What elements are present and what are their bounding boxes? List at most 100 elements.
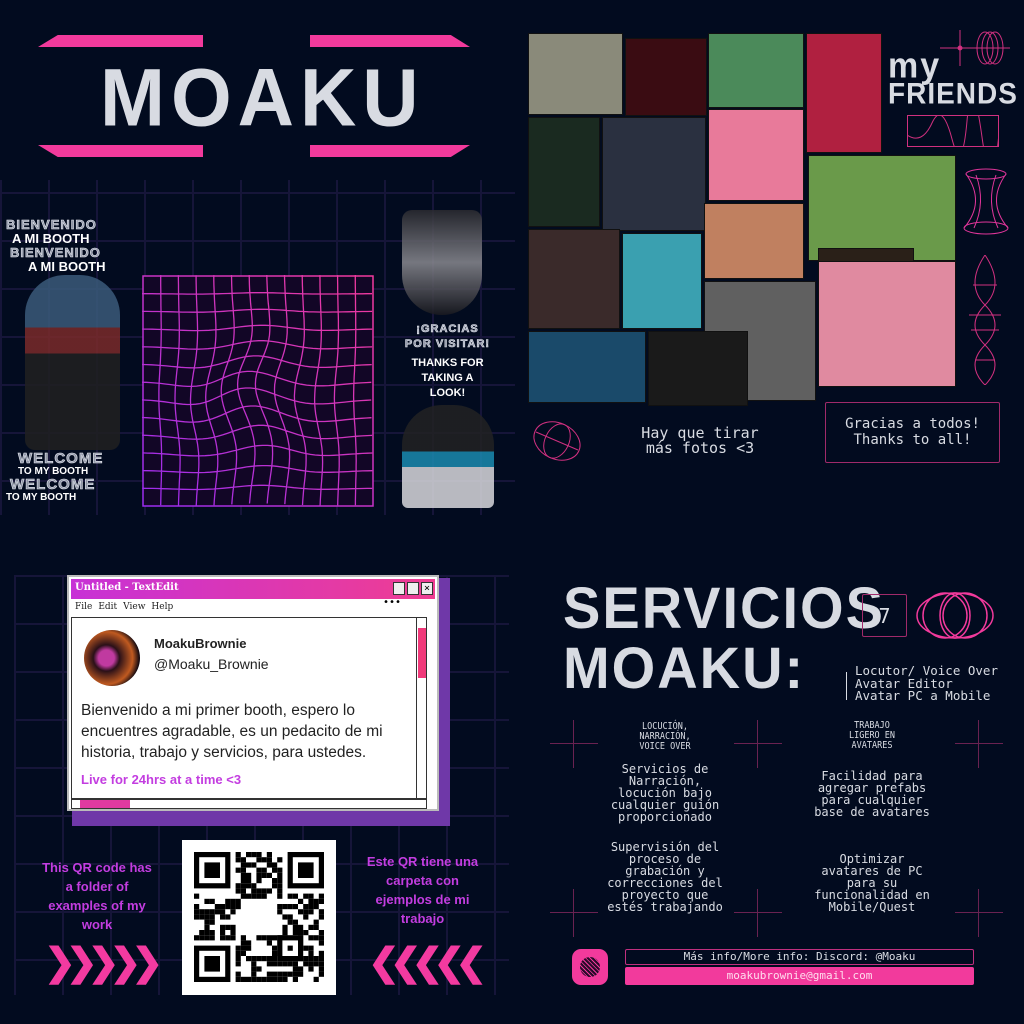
menu-edit[interactable]: Edit (98, 602, 117, 612)
qr-module (313, 961, 319, 967)
photo (528, 229, 620, 329)
maximize-button[interactable] (407, 582, 419, 595)
qr-module (261, 872, 267, 878)
photo (622, 233, 702, 329)
qr-module (303, 914, 309, 920)
photo (808, 155, 956, 261)
vertical-scrollbar[interactable] (416, 618, 426, 798)
photo (648, 331, 748, 406)
qr-module (214, 904, 220, 910)
qr-module (277, 976, 283, 982)
qr-module (266, 976, 272, 982)
photo (625, 38, 707, 116)
qr-module (313, 904, 319, 910)
qr-module (220, 930, 226, 936)
qr-module (308, 898, 314, 904)
dribbble-icon[interactable] (572, 949, 608, 985)
qr-module (292, 961, 298, 967)
photo (528, 331, 646, 403)
col2-item: Facilidad para agregar prefabs para cual… (814, 769, 930, 819)
qr-module (230, 924, 236, 930)
qr-module (282, 924, 288, 930)
gracias-text: ¡GRACIAS (416, 323, 479, 336)
qr-module (246, 878, 252, 884)
qr-module (308, 924, 314, 930)
qr-module (261, 893, 267, 899)
email-link[interactable]: moakubrownie@gmail.com (625, 967, 974, 985)
qr-module (277, 872, 283, 878)
services-title: MOAKU: (563, 634, 806, 701)
menu-file[interactable]: File (75, 602, 92, 612)
more-options[interactable]: ••• (383, 597, 401, 608)
body-text: Bienvenido a mi primer booth, espero lo … (81, 702, 383, 761)
fox-avatar-image (25, 275, 120, 450)
divider-line (846, 672, 847, 700)
qr-module (292, 919, 298, 925)
qr-module (220, 924, 226, 930)
qr-module (235, 956, 241, 962)
qr-module (230, 935, 236, 941)
photo (602, 117, 706, 231)
menu-help[interactable]: Help (151, 602, 173, 612)
moaku-title: MOAKU (100, 50, 425, 144)
qr-module (292, 893, 298, 899)
discord-info[interactable]: Más info/More info: Discord: @Moaku (625, 949, 974, 965)
qr-module (272, 956, 278, 962)
horizontal-scrollbar[interactable] (71, 799, 427, 809)
qr-module (277, 867, 283, 873)
title-bar[interactable]: Untitled - TextEdit × (71, 579, 435, 599)
qr-module (318, 909, 324, 915)
qr-module (251, 888, 257, 894)
qr-module (261, 976, 267, 982)
qr-module (246, 940, 252, 946)
arrows-left-icon: ❮❮❮❮❮ (368, 942, 487, 984)
qr-module (209, 909, 215, 915)
qr-module (292, 976, 298, 982)
qr-module (261, 935, 267, 941)
qr-module (292, 904, 298, 910)
photo (528, 33, 623, 115)
qr-module (256, 857, 262, 863)
qr-module (246, 893, 252, 899)
qr-module (246, 862, 252, 868)
qr-module (287, 904, 293, 910)
qr-module (308, 904, 314, 910)
qr-module (240, 872, 246, 878)
qr-module (277, 893, 283, 899)
qr-module (199, 930, 205, 936)
username: MoakuBrownie (154, 636, 247, 651)
qr-module (298, 924, 304, 930)
qr-module (298, 971, 304, 977)
qr-code[interactable] (182, 840, 336, 995)
qr-module (220, 909, 226, 915)
cross-decoration (955, 720, 1003, 768)
qr-module (225, 935, 231, 941)
qr-module (292, 971, 298, 977)
qr-module (235, 898, 241, 904)
qr-code-image (194, 852, 324, 982)
qr-module (246, 976, 252, 982)
photo (818, 261, 956, 387)
close-button[interactable]: × (421, 582, 433, 595)
col1-item: Servicios de Narración, locución bajo cu… (610, 762, 720, 824)
qr-module (313, 898, 319, 904)
minimize-button[interactable] (393, 582, 405, 595)
warped-grid-graphic (142, 275, 374, 507)
qr-module (240, 945, 246, 951)
qr-module (282, 904, 288, 910)
scroll-thumb[interactable] (418, 628, 426, 678)
qr-module (251, 852, 257, 858)
menu-view[interactable]: View (123, 602, 145, 612)
qr-module (199, 909, 205, 915)
qr-module (318, 893, 324, 899)
qr-module (256, 956, 262, 962)
qr-module (277, 883, 283, 889)
qr-module (209, 898, 215, 904)
qr-module (235, 888, 241, 894)
qr-module (303, 956, 309, 962)
qr-module (240, 857, 246, 863)
cross-decoration (955, 889, 1003, 937)
qr-module (292, 924, 298, 930)
scroll-thumb[interactable] (80, 800, 130, 808)
col2-item: Optimizar avatares de PC para su funcion… (814, 852, 930, 914)
